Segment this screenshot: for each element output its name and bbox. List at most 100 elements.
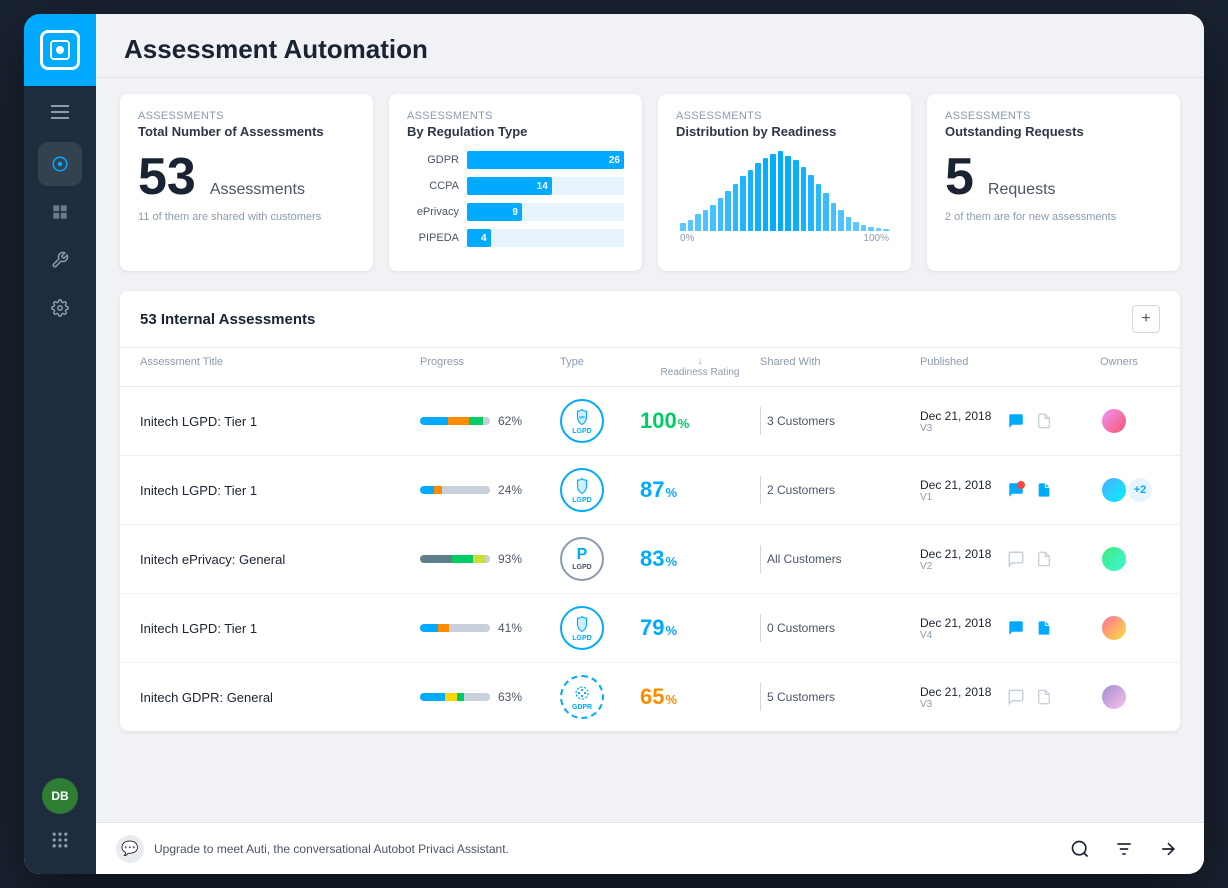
bar-eprivacy: ePrivacy 9	[407, 203, 624, 221]
row4-owners	[1100, 614, 1180, 642]
metric-outstanding-label: Assessments	[945, 110, 1162, 122]
row3-chat-icon[interactable]	[1005, 548, 1027, 570]
row2-shared: 2 Customers	[760, 476, 920, 504]
assessments-table: 53 Internal Assessments + Assessment Tit…	[120, 291, 1180, 731]
row3-readiness: 83 %	[640, 546, 760, 572]
row2-name: Initech LGPD: Tier 1	[140, 483, 420, 498]
table-row: Initech LGPD: Tier 1 24%	[120, 456, 1180, 525]
metric-distribution: Assessments Distribution by Readiness 0%…	[658, 94, 911, 271]
metric-outstanding-sub: 2 of them are for new assessments	[945, 211, 1162, 223]
col-title: Assessment Title	[140, 356, 420, 378]
row2-type: LGPD	[560, 468, 640, 512]
owner-avatar	[1100, 407, 1128, 435]
row3-published: Dec 21, 2018 V2	[920, 547, 1100, 572]
row3-doc-icon[interactable]	[1033, 548, 1055, 570]
add-button[interactable]: +	[1132, 305, 1160, 333]
row1-doc-icon[interactable]	[1033, 410, 1055, 432]
dist-axis: 0% 100%	[676, 233, 893, 244]
sidebar-item-privacy[interactable]	[38, 142, 82, 186]
owner-avatar	[1100, 545, 1128, 573]
row1-name: Initech LGPD: Tier 1	[140, 414, 420, 429]
row1-readiness: 100 %	[640, 408, 760, 434]
metric-outstanding-unit: Requests	[988, 181, 1056, 199]
row4-chat-icon[interactable]	[1005, 617, 1027, 639]
row4-readiness: 79 %	[640, 615, 760, 641]
main-content: Assessment Automation Assessments Total …	[96, 14, 1204, 874]
bar-pipeda: PIPEDA 4	[407, 229, 624, 247]
metric-outstanding: Assessments Outstanding Requests 5 Reque…	[927, 94, 1180, 271]
owner-avatar	[1100, 476, 1128, 504]
logo-icon	[40, 30, 80, 70]
row3-progress: 93%	[420, 552, 560, 566]
row1-shared: 3 Customers	[760, 407, 920, 435]
menu-toggle[interactable]	[24, 90, 96, 134]
row5-name: Initech GDPR: General	[140, 690, 420, 705]
row3-name: Initech ePrivacy: General	[140, 552, 420, 567]
metric-outstanding-count: 5	[945, 151, 974, 203]
sidebar-item-dashboard[interactable]	[38, 190, 82, 234]
search-button[interactable]	[1064, 833, 1096, 865]
row4-published: Dec 21, 2018 V4	[920, 616, 1100, 641]
bar-ccpa: CCPA 14	[407, 177, 624, 195]
apps-icon[interactable]	[42, 822, 78, 858]
row2-owners: +2	[1100, 476, 1180, 504]
sidebar-bottom: DB	[42, 778, 78, 874]
bottom-actions	[1064, 833, 1184, 865]
metric-total-title: Total Number of Assessments	[138, 124, 355, 139]
bottom-bar: 💬 Upgrade to meet Auti, the conversation…	[96, 822, 1204, 874]
sidebar-item-settings[interactable]	[38, 286, 82, 330]
owner-avatar	[1100, 614, 1128, 642]
table-title: 53 Internal Assessments	[140, 311, 315, 328]
row3-owners	[1100, 545, 1180, 573]
row2-readiness: 87 %	[640, 477, 760, 503]
table-header: 53 Internal Assessments +	[120, 291, 1180, 348]
row1-chat-icon[interactable]	[1005, 410, 1027, 432]
col-progress: Progress	[420, 356, 560, 378]
hamburger-icon	[51, 105, 69, 119]
row2-chat-icon[interactable]	[1005, 479, 1027, 501]
row4-shared: 0 Customers	[760, 614, 920, 642]
row1-owners	[1100, 407, 1180, 435]
table-column-headers: Assessment Title Progress Type ↓ Readine…	[120, 348, 1180, 387]
filter-button[interactable]	[1108, 833, 1140, 865]
sidebar-item-wrench[interactable]	[38, 238, 82, 282]
sidebar: DB	[24, 14, 96, 874]
table-row: Initech GDPR: General 63%	[120, 663, 1180, 731]
chatbot-text: Upgrade to meet Auti, the conversational…	[154, 842, 509, 856]
row4-progress: 41%	[420, 621, 560, 635]
metric-total: Assessments Total Number of Assessments …	[120, 94, 373, 271]
col-type: Type	[560, 356, 640, 378]
metric-total-count: 53	[138, 151, 196, 203]
metric-regulation-title: By Regulation Type	[407, 124, 624, 139]
col-owners: Owners	[1100, 356, 1180, 378]
row3-type: P LGPD	[560, 537, 640, 581]
user-avatar[interactable]: DB	[42, 778, 78, 814]
row2-doc-icon[interactable]	[1033, 479, 1055, 501]
row5-chat-icon[interactable]	[1005, 686, 1027, 708]
row5-shared: 5 Customers	[760, 683, 920, 711]
col-published: Published	[920, 356, 1100, 378]
export-button[interactable]	[1152, 833, 1184, 865]
sidebar-nav	[38, 142, 82, 778]
row2-progress: 24%	[420, 483, 560, 497]
logo[interactable]	[24, 14, 96, 86]
metric-total-unit: Assessments	[210, 181, 305, 199]
dist-chart	[676, 151, 893, 231]
chatbot-icon: 💬	[116, 835, 144, 863]
page-title: Assessment Automation	[124, 34, 1176, 65]
table-row: Initech ePrivacy: General 93%	[120, 525, 1180, 594]
row4-doc-icon[interactable]	[1033, 617, 1055, 639]
bar-gdpr: GDPR 26	[407, 151, 624, 169]
table-row: Initech LGPD: Tier 1 62%	[120, 387, 1180, 456]
row5-readiness: 65 %	[640, 684, 760, 710]
row5-owners	[1100, 683, 1180, 711]
row1-published: Dec 21, 2018 V3	[920, 409, 1100, 434]
dist-chart-wrapper: 0% 100%	[676, 151, 893, 244]
col-shared: Shared With	[760, 356, 920, 378]
row5-progress: 63%	[420, 690, 560, 704]
row5-type: GDPR	[560, 675, 640, 719]
row1-progress: 62%	[420, 414, 560, 428]
row5-doc-icon[interactable]	[1033, 686, 1055, 708]
regulation-chart: GDPR 26 CCPA	[407, 151, 624, 247]
metric-dist-label: Assessments	[676, 110, 893, 122]
